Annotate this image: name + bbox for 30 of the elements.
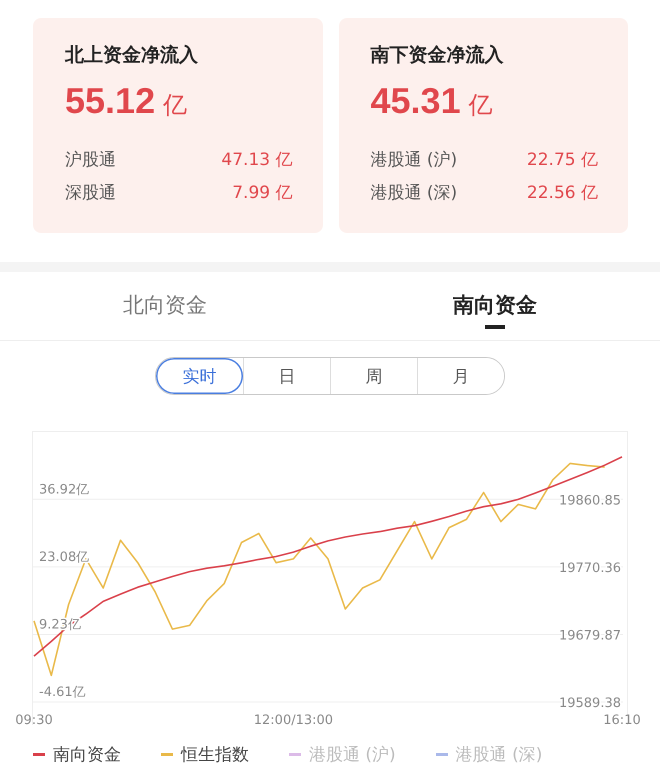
axis-label: 19589.38 [558,696,621,711]
axis-label: 19679.87 [558,628,621,644]
period-button[interactable]: 实时 [156,358,243,394]
axis-label: 19770.36 [558,560,621,576]
flow-value: 22.56 亿 [526,182,598,204]
flow-label: 港股通 (深) [370,182,458,204]
legend-item[interactable]: 南向资金 [33,743,121,766]
card-title: 北上资金净流入 [65,43,199,68]
axis-label: 16:10 [603,713,641,728]
axis-label: 36.92亿 [39,482,90,498]
axis-label: 12:00/13:00 [254,713,334,728]
axis-label: 19860.85 [558,493,621,508]
legend-item[interactable]: 恒生指数 [161,743,249,766]
tab[interactable]: 北向资金 [119,283,211,329]
axis-label: 09:30 [15,713,53,728]
flow-value: 47.13 亿 [221,149,292,171]
axis-label: -4.61亿 [39,685,86,700]
amount-unit: 亿 [163,90,188,121]
card-title: 南下资金净流入 [370,43,504,68]
flow-value: 7.99 亿 [232,182,292,204]
flow-label: 港股通 (沪) [370,149,458,171]
flow-value: 22.75 亿 [526,149,598,171]
amount-value: 45.31 [370,80,461,122]
amount-unit: 亿 [468,90,493,121]
flow-label: 深股通 [65,182,116,204]
amount-value: 55.12 [65,80,156,122]
flow-label: 沪股通 [65,149,116,171]
tab[interactable]: 南向资金 [449,283,541,329]
axis-label: 23.08亿 [39,550,90,565]
period-button[interactable]: 月 [417,358,504,394]
